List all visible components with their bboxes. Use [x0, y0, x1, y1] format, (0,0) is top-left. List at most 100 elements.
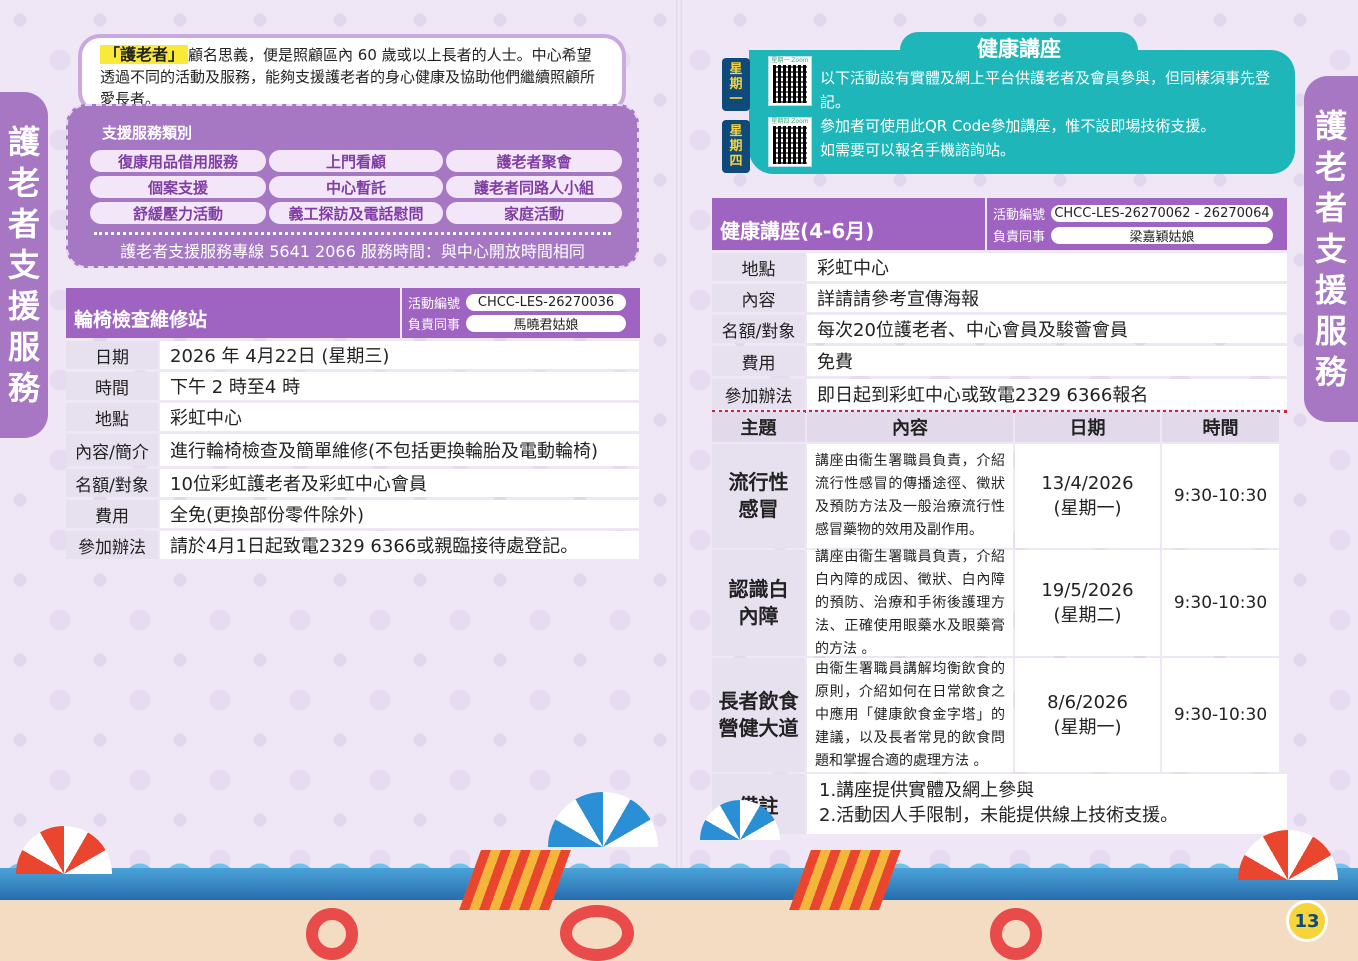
- wheelchair-header: 輪椅檢查維修站 活動編號 CHCC-LES-26270036 負責同事 馬曉君姑娘: [66, 288, 640, 338]
- service-item: 中心暫託: [269, 176, 443, 198]
- row-value: 詳請請參考宣傳海報: [807, 284, 1287, 312]
- lecture-staff-label: 負責同事: [993, 229, 1046, 245]
- service-item: 義工探訪及電話慰問: [269, 202, 443, 224]
- row-key: 內容: [712, 284, 805, 312]
- service-item: 復康用品借用服務: [90, 150, 266, 172]
- wheelchair-code: CHCC-LES-26270036: [466, 294, 627, 311]
- side-tab-char: 服: [7, 327, 40, 366]
- row-value: 全免(更換部份零件除外): [160, 500, 639, 528]
- schedule-topic: 長者飲食 營健大道: [712, 658, 805, 772]
- side-tab-char: 援: [1314, 270, 1347, 309]
- qr-code-thursday[interactable]: 星期四 Zoom: [768, 117, 812, 167]
- lecture-title: 健康講座(4-6月): [712, 198, 985, 250]
- schedule-time: 9:30-10:30: [1162, 658, 1279, 772]
- table-row: 內容/簡介 進行輪椅檢查及簡單維修(不包括更換輪胎及電動輪椅): [66, 434, 639, 466]
- row-key: 地點: [712, 253, 805, 281]
- service-item: 家庭活動: [446, 202, 622, 224]
- qr-code-monday[interactable]: 星期一 Zoom: [768, 56, 812, 106]
- schedule-time: 9:30-10:30: [1162, 550, 1279, 656]
- sand-decoration: [0, 900, 1358, 961]
- schedule-desc: 講座由衞生署職員負責，介紹白內障的成因、徵狀、白內障的預防、治療和手術後護理方法…: [807, 549, 1013, 657]
- schedule-row: 認識白 內障 講座由衞生署職員負責，介紹白內障的成因、徵狀、白內障的預防、治療和手術…: [712, 549, 1287, 657]
- note-line-1: 1.講座提供實體及網上參與: [819, 780, 1035, 801]
- row-key: 時間: [66, 372, 158, 400]
- side-tab-char: 老: [7, 163, 40, 202]
- day-char: 星: [729, 62, 743, 77]
- schedule-header: 主題 內容 日期 時間: [712, 412, 1287, 442]
- qr-tag-thursday: 星期四 Zoom: [771, 118, 809, 125]
- service-item: 上門看顧: [269, 150, 443, 172]
- table-row: 費用 免費: [712, 346, 1287, 376]
- banner-line-3: 如需要可以報名手機諮詢站。: [820, 141, 1016, 159]
- row-value: 2026 年 4月22日 (星期三): [160, 341, 639, 369]
- qr-tag-monday: 星期一 Zoom: [771, 57, 809, 64]
- table-row: 日期 2026 年 4月22日 (星期三): [66, 341, 639, 369]
- schedule-date: 13/4/2026 (星期一): [1015, 444, 1160, 548]
- row-value: 彩虹中心: [160, 403, 639, 431]
- row-value: 免費: [807, 346, 1287, 376]
- table-row: 內容 詳請請參考宣傳海報: [712, 284, 1287, 312]
- row-key: 日期: [66, 341, 158, 369]
- wheelchair-staff-label: 負責同事: [408, 318, 461, 333]
- day-char: 期: [729, 139, 743, 154]
- lecture-code-label: 活動編號: [993, 207, 1046, 223]
- service-item: 個案支援: [90, 176, 266, 198]
- service-item: 舒緩壓力活動: [90, 202, 266, 224]
- row-key: 名額/對象: [66, 469, 158, 497]
- row-value: 請於4月1日起致電2329 6366或親臨接待處登記。: [160, 531, 639, 559]
- row-value: 10位彩虹護老者及彩虹中心會員: [160, 469, 639, 497]
- services-panel: 支援服務類別 復康用品借用服務 上門看顧 護老者聚會 個案支援 中心暫託 護老者同路人小組…: [66, 104, 639, 268]
- lecture-table: 地點 彩虹中心 內容 詳請請參考宣傳海報 名額/對象 每次20位護老者、中心會員及駿薈會員…: [712, 253, 1287, 412]
- wheelchair-code-label: 活動編號: [408, 297, 461, 312]
- side-tab-char: 者: [1314, 188, 1347, 227]
- table-row: 時間 下午 2 時至4 時: [66, 372, 639, 400]
- table-row: 地點 彩虹中心: [66, 403, 639, 431]
- day-char: 星: [729, 124, 743, 139]
- right-side-tab: 護老者支援服務: [1304, 76, 1358, 422]
- service-item: 護老者聚會: [446, 150, 622, 172]
- schedule-note: 備註 1.講座提供實體及網上參與 2.活動因人手限制，未能提供線上技術支援。: [712, 774, 1287, 834]
- schedule-header-cell: 時間: [1162, 412, 1279, 442]
- row-value: 即日起到彩虹中心或致電2329 6366報名: [807, 379, 1287, 409]
- row-value: 每次20位護老者、中心會員及駿薈會員: [807, 315, 1287, 343]
- row-value: 彩虹中心: [807, 253, 1287, 281]
- wheelchair-staff: 馬曉君姑娘: [466, 315, 627, 333]
- row-key: 參加辦法: [712, 379, 805, 409]
- lecture-banner-title: 健康講座: [900, 32, 1138, 66]
- wheelchair-meta: 活動編號 CHCC-LES-26270036 負責同事 馬曉君姑娘: [402, 288, 640, 338]
- lecture-banner-text: 以下活動設有實體及網上平台供護老者及會員參與，但同樣須事先登記。 參加者可使用此…: [820, 66, 1282, 162]
- note-text: 1.講座提供實體及網上參與 2.活動因人手限制，未能提供線上技術支援。: [807, 774, 1287, 834]
- schedule-desc: 講座由衞生署職員負責，介紹流行性感冒的傳播途徑、徵狀及預防方法及一般治療流行性感…: [807, 444, 1013, 548]
- row-key: 費用: [712, 346, 805, 376]
- services-label: 支援服務類別: [102, 124, 193, 142]
- side-tab-char: 老: [1314, 147, 1347, 186]
- lecture-header: 健康講座(4-6月) 活動編號 CHCC-LES-26270062 - 26270…: [712, 198, 1287, 250]
- day-char: 期: [729, 77, 743, 92]
- day-char: 四: [729, 154, 743, 169]
- lecture-meta: 活動編號 CHCC-LES-26270062 - 26270064 負責同事 梁嘉穎…: [987, 198, 1287, 250]
- page-number-right: 13: [1286, 900, 1328, 942]
- side-tab-char: 支: [1314, 229, 1347, 268]
- swim-ring-icon: [990, 908, 1042, 960]
- day-badge-monday: 星期一: [722, 58, 750, 111]
- table-row: 參加辦法 即日起到彩虹中心或致電2329 6366報名: [712, 379, 1287, 409]
- row-key: 參加辦法: [66, 531, 158, 559]
- services-divider: [94, 232, 611, 235]
- side-tab-char: 服: [1314, 311, 1347, 350]
- row-value: 下午 2 時至4 時: [160, 372, 639, 400]
- row-key: 內容/簡介: [66, 434, 158, 466]
- swim-ring-icon: [560, 905, 634, 961]
- banner-line-2: 參加者可使用此QR Code參加講座，惟不設即場技術支援。: [820, 117, 1216, 135]
- day-char: 一: [729, 92, 743, 107]
- row-value: 進行輪椅檢查及簡單維修(不包括更換輪胎及電動輪椅): [160, 434, 639, 466]
- table-row: 名額/對象 10位彩虹護老者及彩虹中心會員: [66, 469, 639, 497]
- table-row: 費用 全免(更換部份零件除外): [66, 500, 639, 528]
- schedule-topic: 流行性 感冒: [712, 444, 805, 548]
- side-tab-char: 者: [7, 204, 40, 243]
- side-tab-char: 支: [7, 245, 40, 284]
- page-gutter: [676, 0, 682, 961]
- note-line-2: 2.活動因人手限制，未能提供線上技術支援。: [819, 805, 1179, 826]
- table-row: 參加辦法 請於4月1日起致電2329 6366或親臨接待處登記。: [66, 531, 639, 559]
- schedule-topic: 認識白 內障: [712, 550, 805, 656]
- swim-ring-icon: [306, 908, 358, 960]
